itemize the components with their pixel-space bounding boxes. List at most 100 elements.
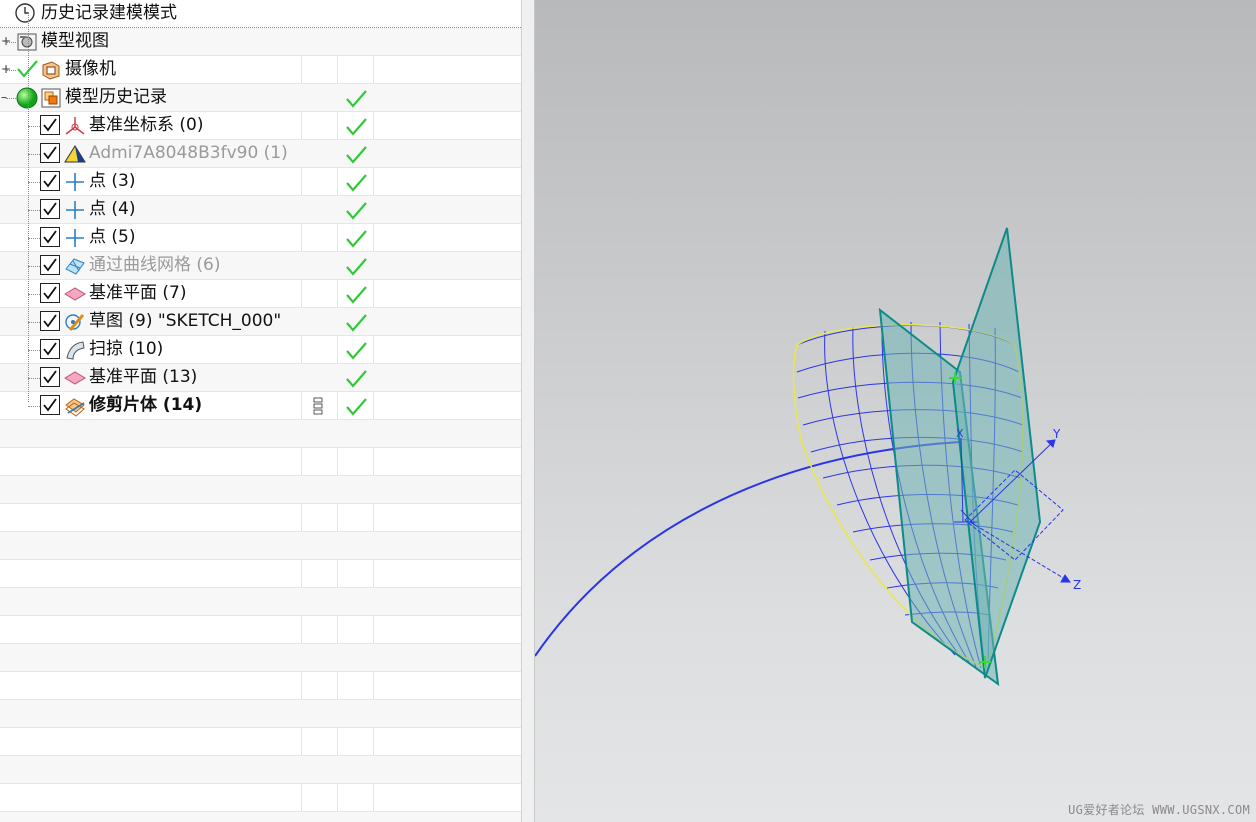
tree-connector [28,266,40,267]
navigator-node-label: 点 (3) [89,171,136,191]
navigator-node[interactable]: 通过曲线网格 (6) [0,252,521,280]
tree-connector [28,350,40,351]
empty-row [0,756,521,784]
navigator-node[interactable]: 扫掠 (10) [0,336,521,364]
status-ball-icon [16,87,38,109]
navigator-node-label: 扫掠 (10) [89,339,164,359]
clock-icon [14,2,36,24]
part-navigator: 历史记录建模模式 + 模型视图 + 摄像机 – 模型历史记录基准坐标系 (0) Admi7A8… [0,0,521,822]
navigator-node[interactable]: 基准平面 (7) [0,280,521,308]
navigator-node-label: 摄像机 [65,59,116,79]
up-to-date-check-icon [345,89,367,109]
point-icon [64,171,86,193]
up-to-date-check-icon [345,397,367,417]
point-icon [64,227,86,249]
empty-row [0,560,521,588]
navigator-mode-label: 历史记录建模模式 [41,3,177,23]
empty-row [0,532,521,560]
empty-row [0,812,521,822]
tree-connector [28,126,40,127]
navigator-node-label: 基准坐标系 (0) [89,115,204,135]
model-graphics[interactable]: Y Z X [535,0,1256,822]
navigator-node[interactable]: 点 (3) [0,168,521,196]
navigator-node[interactable]: 点 (5) [0,224,521,252]
up-to-date-check-icon [345,201,367,221]
visibility-checkbox[interactable] [40,311,60,331]
imported-body-icon [64,143,86,165]
navigator-node[interactable]: 点 (4) [0,196,521,224]
navigator-node-label: 修剪片体 (14) [89,395,203,415]
navigator-node-label: 基准平面 (13) [89,367,198,387]
model-view-icon [16,31,38,53]
axis-label-z: Z [1073,578,1081,592]
visibility-checkbox[interactable] [40,171,60,191]
navigator-node-label: 模型历史记录 [65,87,167,107]
empty-row [0,588,521,616]
up-to-date-check-icon [345,341,367,361]
sketch-icon [64,311,86,333]
navigator-node-label: 基准平面 (7) [89,283,187,303]
navigator-node-label: 草图 (9) "SKETCH_000" [89,311,282,331]
tree-connector [28,322,40,323]
navigator-node-label: 模型视图 [41,31,109,51]
panel-splitter[interactable] [521,0,535,822]
visibility-checkbox[interactable] [40,395,60,415]
up-to-date-check-icon [345,117,367,137]
navigator-node-label: 点 (5) [89,227,136,247]
visibility-checkbox[interactable] [40,115,60,135]
navigator-node[interactable]: 基准平面 (13) [0,364,521,392]
datum-plane-icon [64,367,86,389]
navigator-node[interactable]: Admi7A8048B3fv90 (1) [0,140,521,168]
visibility-checkbox[interactable] [40,283,60,303]
navigator-node[interactable]: 修剪片体 (14) [0,392,521,420]
tree-connector [6,98,16,99]
navigator-node-label: Admi7A8048B3fv90 (1) [89,143,288,163]
tree-connector [28,210,40,211]
status-check-icon [16,59,38,81]
navigator-node[interactable]: + 摄像机 [0,56,521,84]
navigator-node-label: 通过曲线网格 (6) [89,255,221,275]
datum-plane-icon [64,283,86,305]
navigator-header-row[interactable]: 历史记录建模模式 [0,0,521,28]
tree-connector [28,406,40,407]
through-curve-mesh-icon [64,255,86,277]
navigator-node[interactable]: – 模型历史记录 [0,84,521,112]
visibility-checkbox[interactable] [40,255,60,275]
tree-connector [6,42,16,43]
tree-connector [28,378,40,379]
up-to-date-check-icon [345,229,367,249]
trim-sheet-icon [64,395,86,417]
empty-row [0,728,521,756]
axis-label-y: Y [1052,427,1061,441]
visibility-checkbox[interactable] [40,339,60,359]
navigator-node[interactable]: + 模型视图 [0,28,521,56]
navigator-node[interactable]: 草图 (9) "SKETCH_000" [0,308,521,336]
visibility-checkbox[interactable] [40,199,60,219]
visibility-checkbox[interactable] [40,227,60,247]
empty-row [0,784,521,812]
model-history-icon [40,87,62,109]
navigator-node[interactable]: 基准坐标系 (0) [0,112,521,140]
empty-row [0,616,521,644]
tree-connector [28,182,40,183]
up-to-date-check-icon [345,313,367,333]
empty-row [0,448,521,476]
empty-row [0,420,521,448]
dependency-icon [313,397,323,415]
graphics-viewport[interactable]: Y Z X UG爱好者论坛 WWW.UGSNX.COM [535,0,1256,822]
empty-row [0,644,521,672]
empty-row [0,476,521,504]
up-to-date-check-icon [345,173,367,193]
up-to-date-check-icon [345,285,367,305]
up-to-date-check-icon [345,257,367,277]
tree-connector [28,12,29,402]
empty-row [0,672,521,700]
empty-row [0,700,521,728]
camera-icon [40,59,62,81]
tree-connector [28,238,40,239]
axis-label-x: X [956,427,964,440]
visibility-checkbox[interactable] [40,143,60,163]
visibility-checkbox[interactable] [40,367,60,387]
swept-icon [64,339,86,361]
watermark-text: UG爱好者论坛 WWW.UGSNX.COM [1068,803,1250,817]
